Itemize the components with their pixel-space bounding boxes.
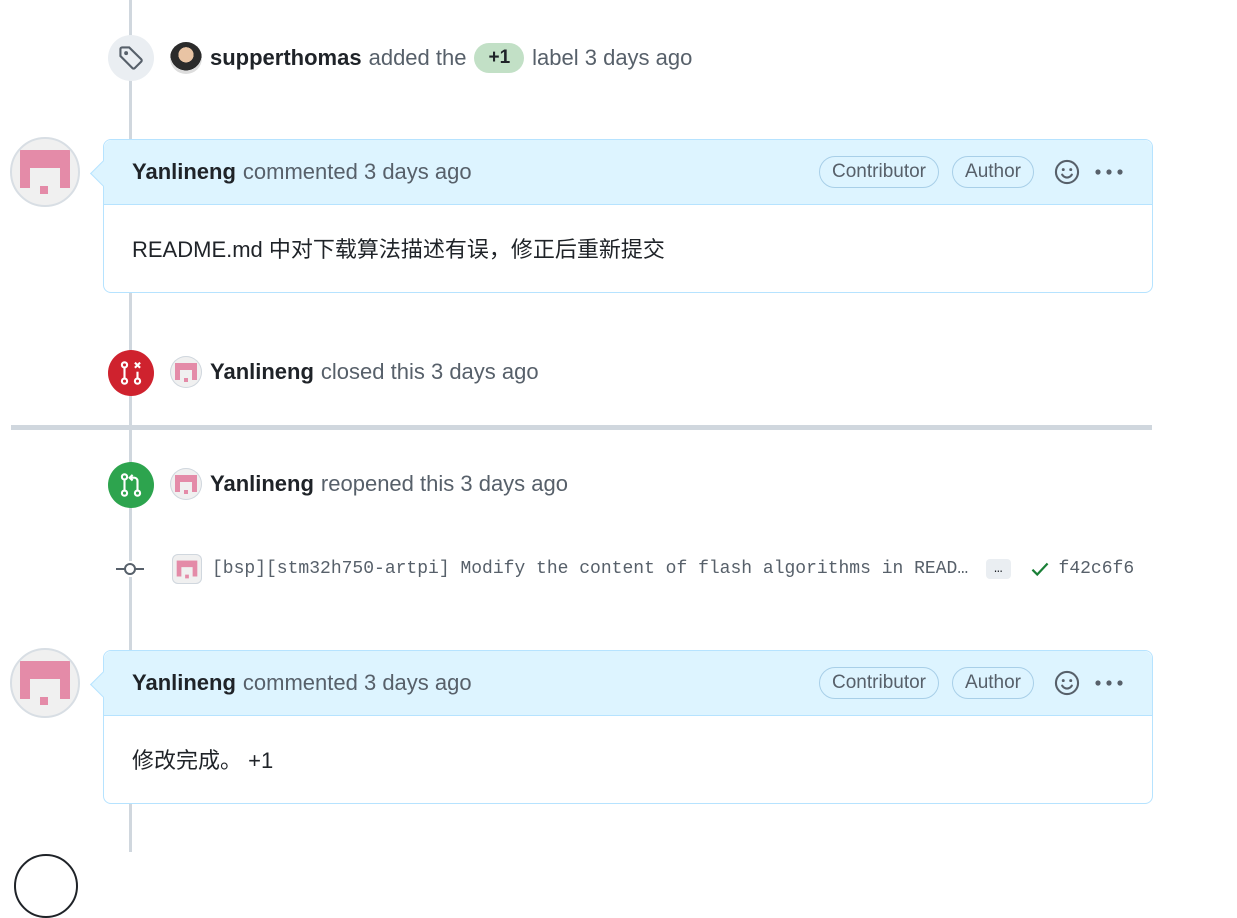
git-pull-request-closed-icon	[120, 361, 142, 385]
git-commit-icon	[116, 561, 144, 577]
smiley-icon[interactable]	[1054, 670, 1080, 696]
kebab-horizontal-icon[interactable]	[1094, 168, 1124, 176]
commit-row: [bsp][stm32h750-artpi] Modify the conten…	[116, 552, 1134, 586]
event-actor-link[interactable]: Yanlineng	[210, 471, 314, 497]
smiley-icon[interactable]	[1054, 159, 1080, 185]
check-icon[interactable]	[1029, 558, 1051, 580]
event-text: added the	[368, 45, 467, 70]
avatar[interactable]	[170, 356, 202, 388]
comment-author-link[interactable]: Yanlineng	[132, 670, 236, 696]
reopened-event: Yanlineng reopened this 3 days ago	[170, 466, 568, 502]
comment-timestamp[interactable]: commented 3 days ago	[243, 670, 472, 696]
reopened-event-badge	[108, 462, 154, 508]
comment: Yanlineng commented 3 days ago Contribut…	[103, 139, 1153, 293]
event-time: label 3 days ago	[532, 45, 693, 70]
comment-timestamp[interactable]: commented 3 days ago	[243, 159, 472, 185]
contributor-badge: Contributor	[819, 667, 940, 699]
contributor-badge: Contributor	[819, 156, 940, 188]
kebab-horizontal-icon[interactable]	[1094, 679, 1124, 687]
avatar[interactable]	[172, 554, 202, 584]
comment-body: README.md 中对下载算法描述有误，修正后重新提交	[104, 205, 1152, 291]
git-pull-request-icon	[120, 473, 142, 497]
commit-message-link[interactable]: [bsp][stm32h750-artpi] Modify the conten…	[212, 559, 968, 579]
comment-header: Yanlineng commented 3 days ago Contribut…	[104, 651, 1152, 716]
avatar[interactable]	[10, 648, 80, 718]
label-event: supperthomas added the +1 label 3 days a…	[170, 40, 692, 76]
label-badge[interactable]: +1	[474, 43, 525, 73]
closed-event: Yanlineng closed this 3 days ago	[170, 354, 539, 390]
event-actor-link[interactable]: supperthomas	[210, 45, 362, 71]
comment-text: README.md 中对下载算法描述有误，修正后重新提交	[132, 237, 665, 262]
author-badge: Author	[952, 156, 1034, 188]
comment-header: Yanlineng commented 3 days ago Contribut…	[104, 140, 1152, 205]
closed-event-badge	[108, 350, 154, 396]
event-actor-link[interactable]: Yanlineng	[210, 359, 314, 385]
comment: Yanlineng commented 3 days ago Contribut…	[103, 650, 1153, 804]
comment-author-link[interactable]: Yanlineng	[132, 159, 236, 185]
comment-text: 修改完成。 +1	[132, 748, 274, 773]
tag-event-badge	[108, 35, 154, 81]
avatar[interactable]	[10, 137, 80, 207]
event-time: reopened this 3 days ago	[320, 471, 568, 496]
commit-sha-link[interactable]: f42c6f6	[1059, 559, 1135, 579]
event-time: closed this 3 days ago	[320, 359, 539, 384]
expand-commit-button[interactable]: …	[986, 559, 1011, 579]
author-badge: Author	[952, 667, 1034, 699]
tag-icon	[119, 46, 143, 70]
avatar[interactable]	[170, 468, 202, 500]
avatar[interactable]	[170, 42, 202, 74]
timeline-divider	[11, 425, 1152, 430]
comment-body: 修改完成。 +1	[104, 716, 1152, 802]
